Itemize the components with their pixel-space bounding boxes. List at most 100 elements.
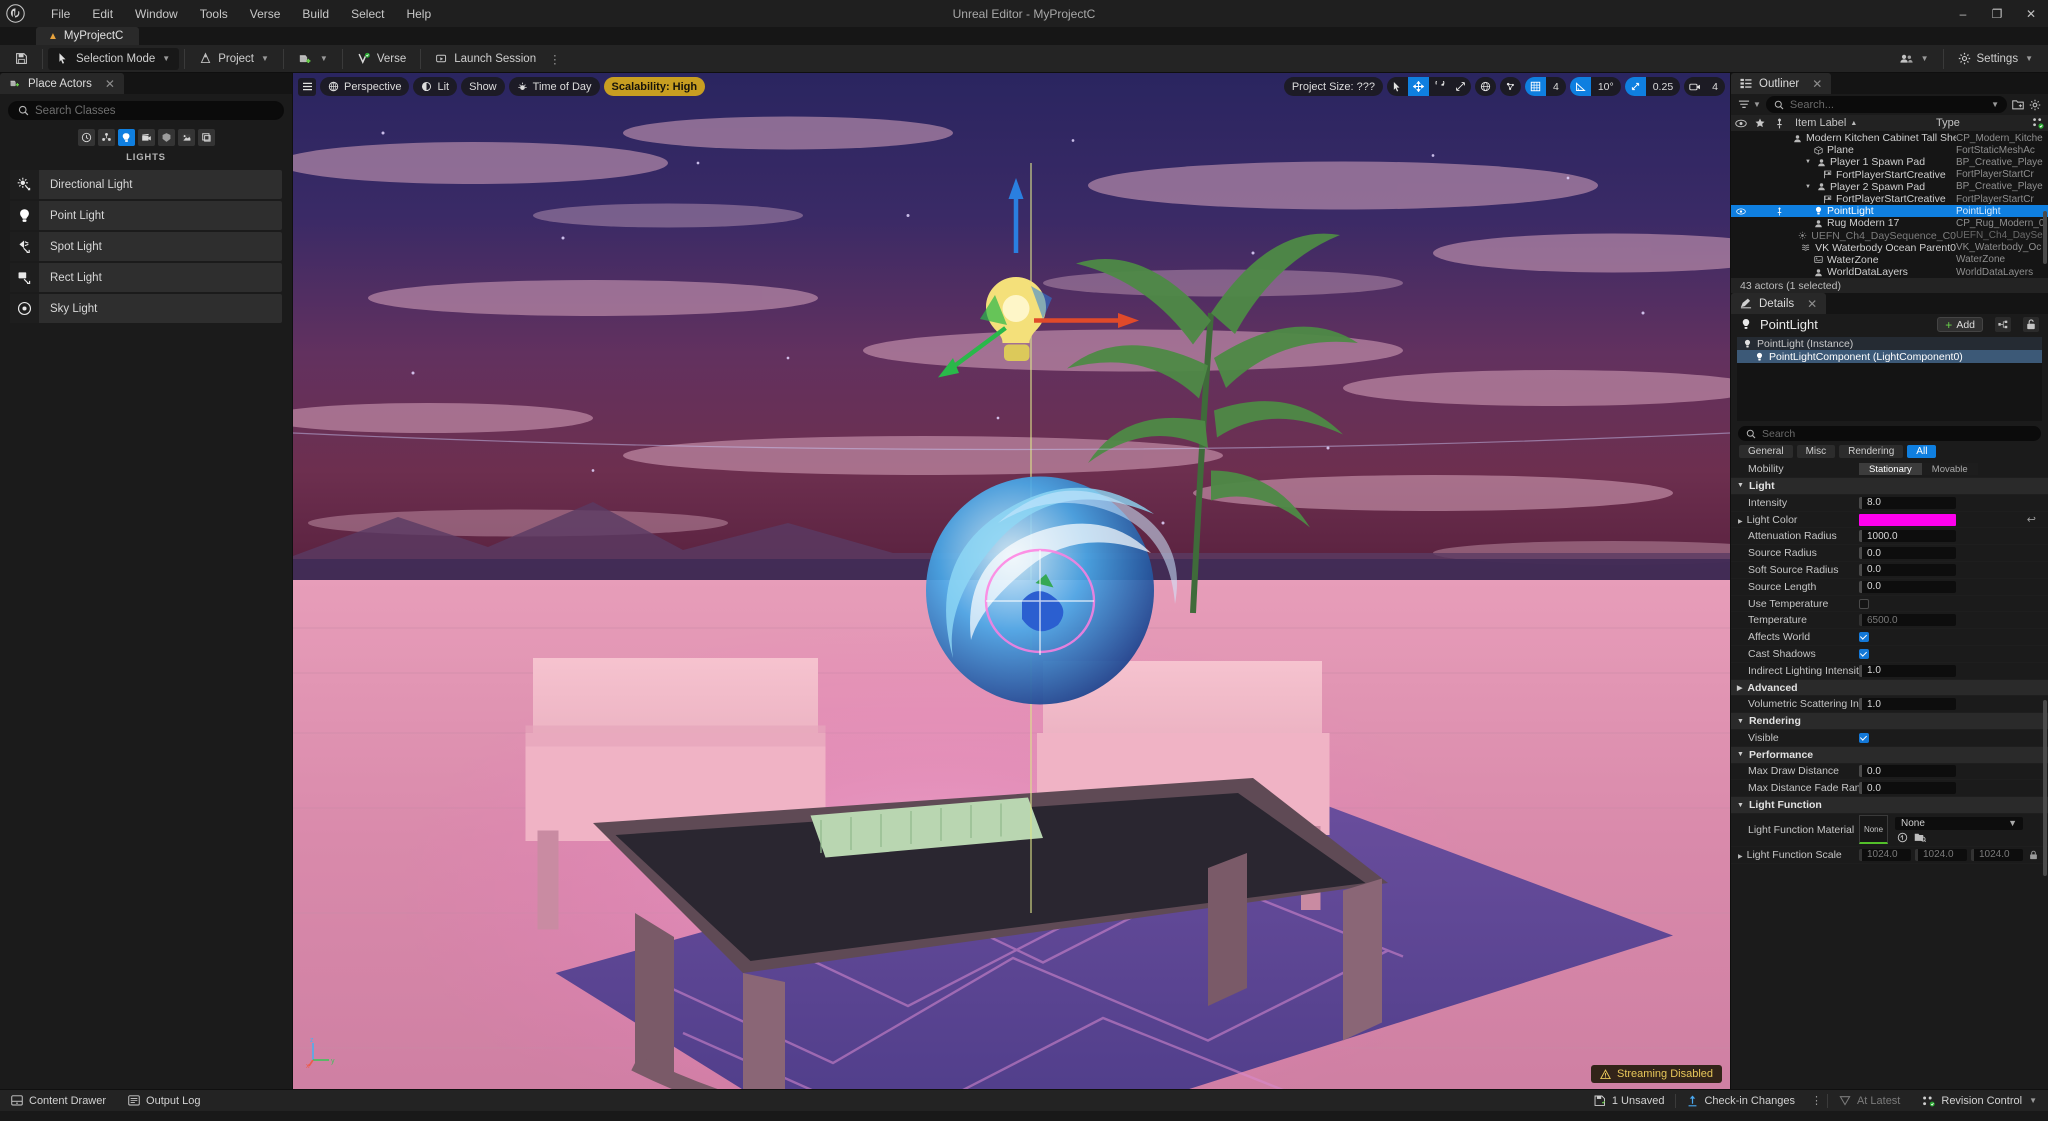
list-item-sky-light[interactable]: Sky Light <box>10 294 282 323</box>
users-button[interactable]: ▼ <box>1890 48 1938 70</box>
expander-icon[interactable]: ▶ <box>1737 684 1742 692</box>
table-row[interactable]: WorldDataLayers WorldDataLayers <box>1731 266 2048 278</box>
tab-details[interactable]: Details ✕ <box>1731 293 1827 315</box>
category-cinematic[interactable] <box>137 129 155 146</box>
material-thumbnail[interactable]: None <box>1859 815 1888 845</box>
surface-snap-icon[interactable] <box>1500 77 1521 96</box>
material-dropdown[interactable]: None ▼ <box>1895 816 2023 830</box>
list-item-rect-light[interactable]: Rect Light <box>10 263 282 292</box>
outliner-row-list[interactable]: Modern Kitchen Cabinet Tall Shelf 8CP_Mo… <box>1731 132 2048 279</box>
category-volumes[interactable] <box>197 129 215 146</box>
project-tab[interactable]: ▲ MyProjectC <box>36 27 140 45</box>
new-folder-icon[interactable] <box>2012 99 2024 110</box>
filter-all[interactable]: All <box>1907 445 1937 459</box>
checkin-overflow-button[interactable]: ⋮ <box>1806 1090 1827 1112</box>
close-icon[interactable]: ✕ <box>1807 297 1817 311</box>
checkbox[interactable] <box>1859 598 1869 609</box>
color-swatch[interactable] <box>1859 513 1956 526</box>
table-row[interactable]: Modern Kitchen Cabinet Tall Shelf 8CP_Mo… <box>1731 132 2048 144</box>
column-item-label[interactable]: Item Label ▲ <box>1789 117 1936 129</box>
menu-item-verse[interactable]: Verse <box>239 3 292 25</box>
expander-icon[interactable]: ▼ <box>1737 802 1744 809</box>
expander-icon[interactable]: ▼ <box>1737 751 1744 758</box>
expander-icon[interactable]: ▼ <box>1805 159 1811 165</box>
numeric-input[interactable]: 0.0 <box>1859 580 1956 593</box>
properties-scrollbar[interactable] <box>2043 699 2047 876</box>
property-section-light[interactable]: ▼ Light <box>1731 478 2048 495</box>
table-row[interactable]: ▼ Player 1 Spawn Pad BP_Creative_Playe <box>1731 156 2048 168</box>
save-button[interactable] <box>6 48 37 70</box>
menu-item-window[interactable]: Window <box>124 3 189 25</box>
outliner-filter-button[interactable]: ▼ <box>1738 99 1761 110</box>
column-visibility-icon[interactable] <box>1731 119 1750 128</box>
unlock-icon[interactable] <box>2023 317 2039 333</box>
outliner-scrollbar[interactable] <box>2043 210 2047 264</box>
unsaved-button[interactable]: 1 Unsaved <box>1583 1090 1676 1112</box>
camera-speed-icon[interactable] <box>1684 77 1705 96</box>
tab-outliner[interactable]: Outliner ✕ <box>1731 73 1832 94</box>
outliner-search-input[interactable] <box>1789 98 1985 111</box>
grid-snap-value[interactable]: 4 <box>1546 77 1566 96</box>
filter-general[interactable]: General <box>1739 445 1793 459</box>
numeric-input[interactable]: 0.0 <box>1859 547 1956 560</box>
revert-icon[interactable]: ↩ <box>2027 513 2042 526</box>
show-menu-button[interactable]: Show <box>461 77 505 96</box>
view-mode-button[interactable]: Lit <box>413 77 458 96</box>
list-item-directional-light[interactable]: Directional Light <box>10 170 282 199</box>
table-row[interactable]: ▼ Player 2 Spawn Pad BP_Creative_Playe <box>1731 181 2048 193</box>
minimize-button[interactable]: – <box>1946 0 1980 27</box>
browse-to-asset-icon[interactable] <box>1897 832 1908 843</box>
rotate-tool-icon[interactable] <box>1429 77 1450 96</box>
move-tool-icon[interactable] <box>1407 77 1429 96</box>
table-row[interactable]: FortPlayerStartCreative FortPlayerStartCr <box>1731 169 2048 181</box>
list-item-point-light[interactable]: Point Light <box>10 201 282 230</box>
column-type[interactable]: Type <box>1936 117 2028 129</box>
numeric-input[interactable]: 0.0 <box>1859 782 1956 795</box>
property-section-advanced[interactable]: ▶ Advanced <box>1731 679 2048 697</box>
component-row-instance[interactable]: PointLight (Instance) <box>1737 337 2042 351</box>
content-drawer-button[interactable]: Content Drawer <box>0 1090 117 1112</box>
table-row[interactable]: Plane FortStaticMeshAc <box>1731 144 2048 156</box>
expander-icon[interactable]: ▶ <box>1738 854 1743 860</box>
details-search-input[interactable] <box>1762 427 2033 440</box>
filter-rendering[interactable]: Rendering <box>1839 445 1904 459</box>
checkin-changes-button[interactable]: Check-in Changes <box>1676 1090 1806 1112</box>
checkbox[interactable] <box>1859 648 1869 659</box>
search-classes-input[interactable] <box>35 104 274 117</box>
close-icon[interactable]: ✕ <box>1812 77 1822 91</box>
menu-item-select[interactable]: Select <box>340 3 395 25</box>
level-viewport[interactable]: Perspective Lit Show Time of Day Scalabi… <box>293 73 1730 1089</box>
category-lights[interactable] <box>117 129 135 146</box>
unreal-engine-logo-icon[interactable] <box>0 0 30 27</box>
menu-item-edit[interactable]: Edit <box>81 3 124 25</box>
scale-snap-value[interactable]: 0.25 <box>1646 77 1680 96</box>
add-component-button[interactable]: + Add <box>1937 317 1983 333</box>
menu-item-tools[interactable]: Tools <box>189 3 239 25</box>
launch-options-button[interactable]: ⋮ <box>545 48 565 70</box>
outliner-search-box[interactable]: ▼ <box>1765 96 2007 113</box>
column-actions-icon[interactable] <box>2028 117 2048 129</box>
perspective-button[interactable]: Perspective <box>320 77 410 96</box>
details-search-box[interactable] <box>1738 426 2041 442</box>
scalability-button[interactable]: Scalability: High <box>603 77 706 96</box>
numeric-input[interactable]: 1.0 <box>1859 664 1956 677</box>
numeric-input[interactable]: 1000.0 <box>1859 530 1956 543</box>
maximize-button[interactable]: ❐ <box>1980 0 2014 27</box>
camera-speed-value[interactable]: 4 <box>1705 77 1725 96</box>
column-favorite-icon[interactable] <box>1750 118 1769 128</box>
close-icon[interactable]: ✕ <box>105 77 115 91</box>
scale-tool-icon[interactable] <box>1450 77 1471 96</box>
viewport-menu-icon[interactable] <box>298 77 316 96</box>
row-visibility-icon[interactable] <box>1731 208 1750 215</box>
properties-list[interactable]: Mobility Stationary Movable ▼ Light Intensity… <box>1731 461 2048 1089</box>
select-tool-icon[interactable] <box>1387 77 1408 96</box>
checkbox[interactable] <box>1859 632 1869 643</box>
numeric-input[interactable]: 0.0 <box>1859 765 1956 778</box>
numeric-input[interactable]: 6500.0 <box>1859 614 1956 627</box>
world-coordinate-icon[interactable] <box>1475 77 1496 96</box>
category-geometry[interactable] <box>177 129 195 146</box>
expander-icon[interactable]: ▼ <box>1805 184 1811 190</box>
time-of-day-button[interactable]: Time of Day <box>508 77 600 96</box>
scale-snap-icon[interactable] <box>1624 77 1646 96</box>
lock-icon[interactable] <box>2029 850 2038 860</box>
